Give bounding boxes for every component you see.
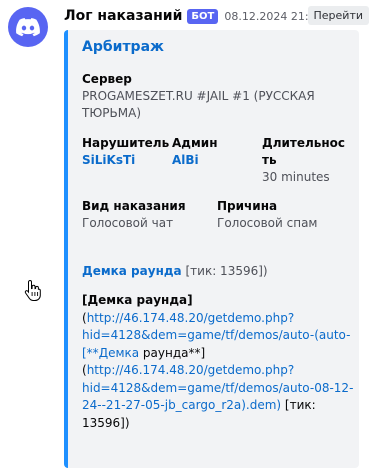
field-violator: Нарушитель SiLiKsTi (82, 135, 172, 169)
demo-tick: [тик: 13596]) (185, 264, 268, 278)
message-header: Лог наказаний БОТ 08.12.2024 21:30 Перей… (64, 5, 369, 27)
desc-title: [Демка раунда] (82, 293, 193, 307)
field-admin-name: Админ (172, 136, 218, 150)
field-duration-name: Длительнос ть (262, 136, 346, 167)
field-violator-name: Нарушитель (82, 136, 170, 150)
field-duration: Длительнос ть 30 minutes (262, 135, 346, 186)
demo-link[interactable]: Демка раунда (82, 264, 182, 278)
field-server-name: Сервер (82, 72, 132, 86)
admin-link[interactable]: AlBi (172, 152, 260, 169)
desc-inner-link[interactable]: Демка (99, 346, 139, 360)
field-reason-value: Голосовой спам (217, 216, 318, 230)
field-punishment: Вид наказания Голосовой чат (82, 198, 212, 232)
field-punishment-name: Вид наказания (82, 199, 186, 213)
field-admin: Админ AlBi (172, 135, 260, 169)
goto-button[interactable]: Перейти (307, 6, 369, 25)
desc-after-link: раунда**] (139, 345, 206, 360)
embed-card: Арбитраж Сервер PROGAMESZET.RU #JAIL #1 … (64, 30, 359, 468)
field-reason-name: Причина (217, 199, 278, 213)
field-server: Сервер PROGAMESZET.RU #JAIL #1 (РУССКАЯ … (82, 71, 352, 122)
field-reason: Причина Голосовой спам (217, 198, 347, 232)
violator-link[interactable]: SiLiKsTi (82, 152, 172, 169)
field-duration-value: 30 minutes (262, 170, 330, 184)
discord-logo-icon (16, 17, 40, 36)
embed-title: Арбитраж (82, 39, 164, 55)
demo-line: Демка раунда [тик: 13596]) (82, 263, 352, 280)
hand-pointer-cursor-icon (24, 279, 42, 305)
bot-avatar[interactable] (8, 7, 48, 47)
field-punishment-value: Голосовой чат (82, 216, 174, 230)
author-name[interactable]: Лог наказаний (64, 8, 182, 24)
field-server-value: PROGAMESZET.RU #JAIL #1 (РУССКАЯ ТЮРЬМА) (82, 89, 315, 120)
embed-description: [Демка раунда] (http://46.174.48.20/getd… (82, 292, 354, 432)
bot-badge: БОТ (187, 8, 219, 24)
